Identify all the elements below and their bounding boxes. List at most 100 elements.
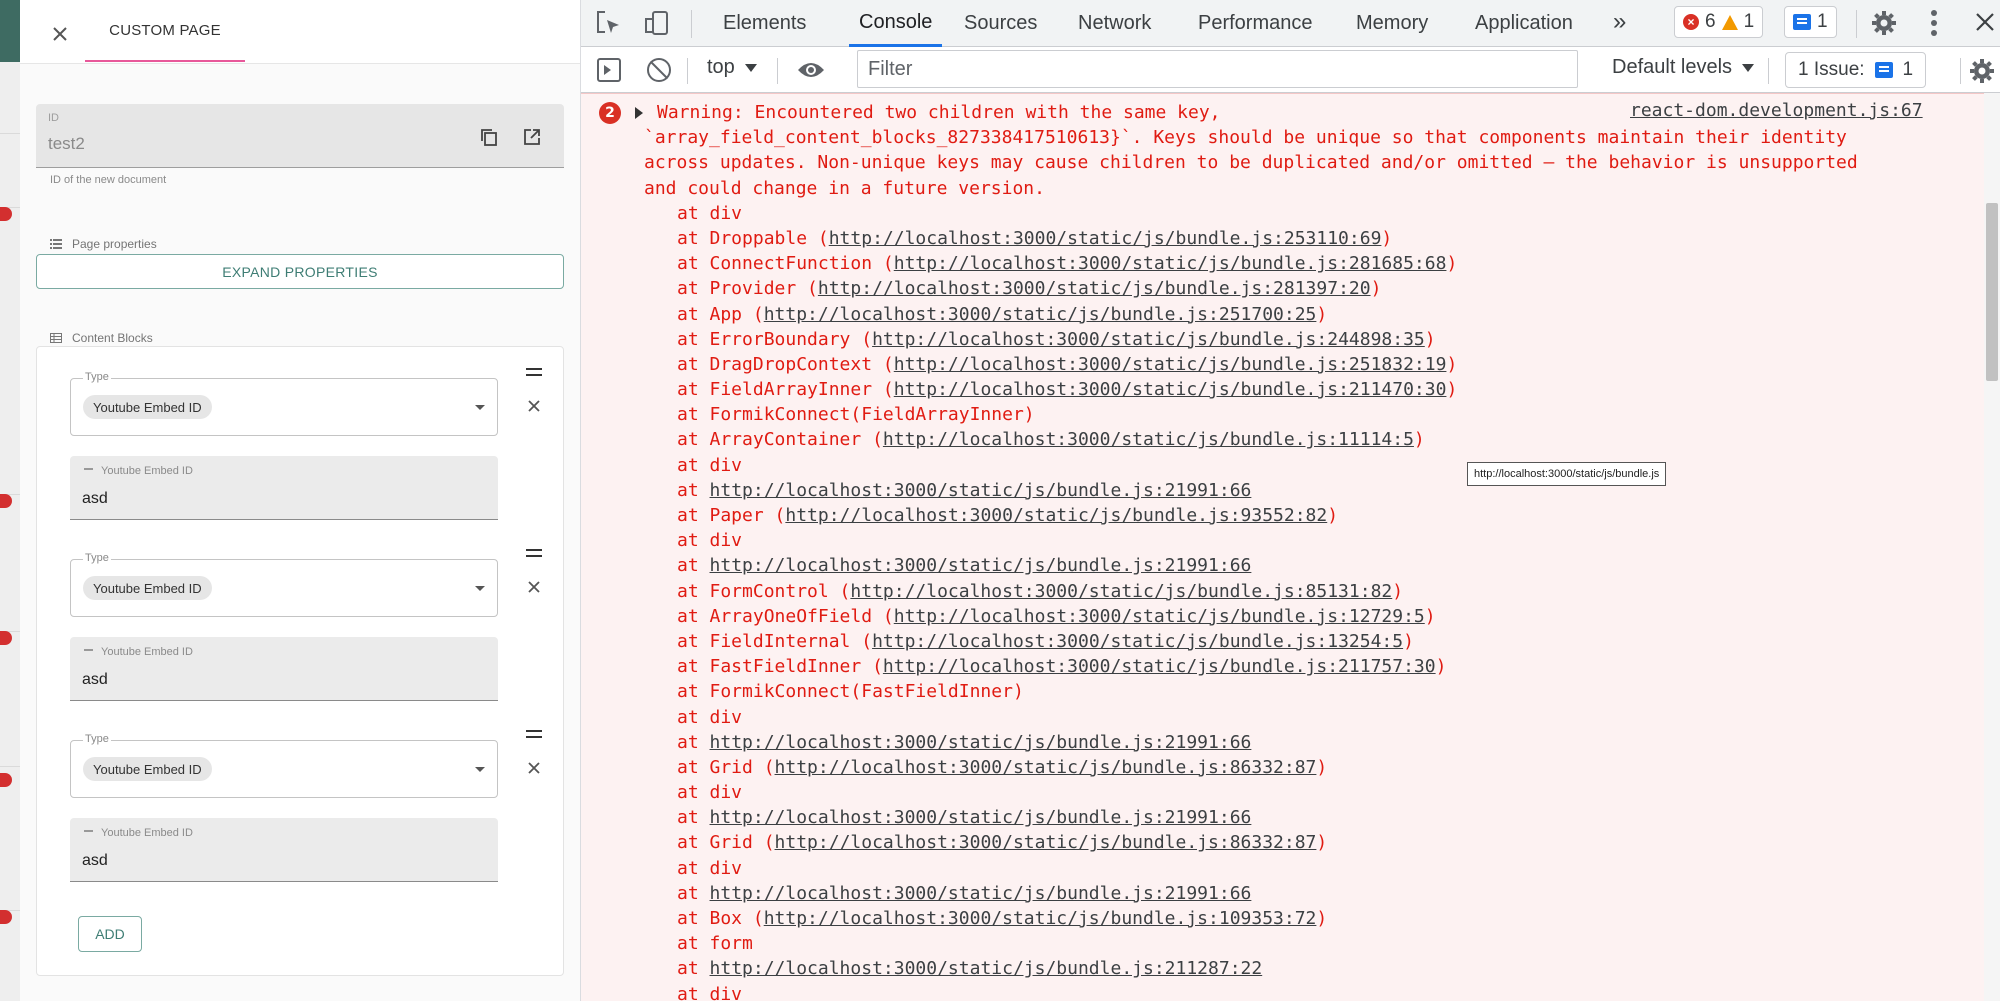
issues-button[interactable]: 1 Issue: 1 (1785, 52, 1927, 88)
stack-frame-link[interactable]: http://localhost:3000/static/js/bundle.j… (818, 278, 1371, 299)
expand-properties-button[interactable]: EXPAND PROPERTIES (36, 254, 564, 289)
tab-application[interactable]: Application (1475, 0, 1573, 47)
youtube-embed-id-field[interactable]: Youtube Embed ID asd (70, 456, 498, 520)
stack-frame-link[interactable]: http://localhost:3000/static/js/bundle.j… (710, 807, 1252, 828)
tab-console[interactable]: Console (849, 0, 943, 47)
tab-performance[interactable]: Performance (1198, 0, 1313, 47)
tab-elements[interactable]: Elements (723, 0, 806, 47)
inspect-element-button[interactable] (595, 10, 621, 36)
console-scrollbar[interactable] (1984, 93, 2000, 1001)
youtube-embed-id-field[interactable]: Youtube Embed ID asd (70, 637, 498, 701)
stack-frame-link[interactable]: http://localhost:3000/static/js/bundle.j… (872, 631, 1403, 652)
stack-frame-text: at (677, 555, 710, 577)
source-link[interactable]: react-dom.development.js:67 (1630, 100, 1923, 121)
stack-frame: at div (631, 856, 1631, 881)
close-panel-button[interactable] (48, 22, 72, 46)
settings-gear-icon[interactable] (1871, 10, 1897, 36)
tab-network[interactable]: Network (1078, 0, 1151, 47)
stack-frame-link[interactable]: http://localhost:3000/static/js/bundle.j… (775, 757, 1317, 778)
tab-custom-page[interactable]: CUSTOM PAGE (85, 0, 245, 62)
console-settings-gear-icon[interactable] (1969, 58, 1995, 84)
show-sidebar-icon[interactable] (597, 58, 621, 82)
youtube-embed-id-label-text: Youtube Embed ID (101, 465, 193, 477)
id-field-label: ID (48, 112, 59, 124)
content-blocks-title: Content Blocks (50, 331, 153, 345)
copy-id-button[interactable] (478, 126, 500, 148)
stack-frame-text: at (677, 807, 710, 829)
stack-frame-suffix: ) (1446, 353, 1458, 375)
stack-frame: at form (631, 931, 1631, 956)
log-levels-dropdown[interactable]: Default levels (1612, 56, 1755, 79)
stack-frame-link[interactable]: http://localhost:3000/static/js/bundle.j… (894, 253, 1447, 274)
remove-block-button[interactable] (525, 578, 543, 596)
tab-sources[interactable]: Sources (964, 0, 1037, 47)
stack-frame: at div (631, 982, 1631, 1001)
stack-frame-suffix: ) (1424, 328, 1436, 350)
stack-frame: at ErrorBoundary (http://localhost:3000/… (631, 327, 1631, 352)
stack-frame-text: at ConnectFunction ( (677, 253, 894, 275)
stack-frame-suffix: ) (1446, 379, 1458, 401)
stack-frame-link[interactable]: http://localhost:3000/static/js/bundle.j… (710, 480, 1252, 501)
message-icon (1793, 14, 1811, 30)
open-document-button[interactable] (521, 126, 543, 148)
stack-frame-link[interactable]: http://localhost:3000/static/js/bundle.j… (872, 329, 1425, 350)
stack-frame-link[interactable]: http://localhost:3000/static/js/bundle.j… (829, 228, 1382, 249)
type-label: Type (83, 552, 111, 564)
stack-frame-link[interactable]: http://localhost:3000/static/js/bundle.j… (785, 505, 1327, 526)
more-options-icon[interactable] (1931, 10, 1937, 36)
stack-frame: at DragDropContext (http://localhost:300… (631, 352, 1631, 377)
add-block-button[interactable]: ADD (78, 916, 142, 952)
scrollbar-thumb[interactable] (1986, 203, 1998, 381)
youtube-embed-id-value: asd (82, 852, 108, 869)
stack-frame-link[interactable]: http://localhost:3000/static/js/bundle.j… (894, 606, 1425, 627)
issues-count: 1 (1902, 59, 1914, 80)
error-warning-counter[interactable]: × 6 1 (1674, 6, 1764, 38)
stack-frame-link[interactable]: http://localhost:3000/static/js/bundle.j… (710, 958, 1263, 979)
stack-frame-link[interactable]: http://localhost:3000/static/js/bundle.j… (764, 304, 1317, 325)
drag-handle-icon[interactable] (526, 368, 542, 382)
stack-frame-text: at div (677, 706, 743, 728)
type-chip: Youtube Embed ID (83, 576, 212, 600)
type-select[interactable]: Type Youtube Embed ID (70, 552, 498, 617)
stack-frame-link[interactable]: http://localhost:3000/static/js/bundle.j… (775, 832, 1317, 853)
stack-frame-text: at div (677, 857, 743, 879)
clear-console-icon[interactable] (647, 58, 671, 82)
stack-frame-link[interactable]: http://localhost:3000/static/js/bundle.j… (894, 354, 1447, 375)
device-toolbar-button[interactable] (644, 10, 670, 36)
stack-frame-link[interactable]: http://localhost:3000/static/js/bundle.j… (710, 732, 1252, 753)
stack-frame-text: at Grid ( (677, 756, 775, 778)
id-helper-text: ID of the new document (50, 174, 167, 186)
tab-memory[interactable]: Memory (1356, 0, 1428, 47)
context-selector[interactable]: top (707, 56, 757, 79)
stack-frame-suffix: ) (1392, 580, 1404, 602)
stack-frame-link[interactable]: http://localhost:3000/static/js/bundle.j… (710, 555, 1252, 576)
stack-frame-link[interactable]: http://localhost:3000/static/js/bundle.j… (764, 908, 1317, 929)
devtools: Elements Console Sources Network Perform… (581, 0, 2000, 1001)
panel-header: CUSTOM PAGE (20, 0, 580, 64)
drag-handle-icon[interactable] (526, 730, 542, 744)
youtube-embed-id-label: Youtube Embed ID (84, 465, 193, 477)
drag-handle-icon[interactable] (526, 549, 542, 563)
youtube-embed-id-label-text: Youtube Embed ID (101, 646, 193, 658)
type-select[interactable]: Type Youtube Embed ID (70, 733, 498, 798)
remove-block-button[interactable] (525, 759, 543, 777)
stack-frame-text: at div (677, 454, 743, 476)
stack-frame-link[interactable]: http://localhost:3000/static/js/bundle.j… (894, 379, 1447, 400)
stack-frame-link[interactable]: http://localhost:3000/static/js/bundle.j… (883, 429, 1414, 450)
console-filter-input[interactable]: Filter (857, 50, 1578, 88)
youtube-embed-id-value: asd (82, 671, 108, 688)
stack-frame-link[interactable]: http://localhost:3000/static/js/bundle.j… (850, 581, 1392, 602)
issue-icon (1874, 62, 1893, 78)
devtools-tabbar: Elements Console Sources Network Perform… (581, 0, 2000, 47)
youtube-embed-id-field[interactable]: Youtube Embed ID asd (70, 818, 498, 882)
more-tabs-button[interactable]: » (1613, 8, 1626, 36)
live-expression-eye-icon[interactable] (797, 60, 825, 80)
stack-frame-suffix: ) (1370, 278, 1382, 300)
close-devtools-icon[interactable] (1973, 10, 1997, 34)
messages-counter[interactable]: 1 (1784, 6, 1837, 38)
remove-block-button[interactable] (525, 397, 543, 415)
dropdown-icon (1742, 63, 1755, 72)
stack-frame-link[interactable]: http://localhost:3000/static/js/bundle.j… (710, 883, 1252, 904)
stack-frame-link[interactable]: http://localhost:3000/static/js/bundle.j… (883, 656, 1436, 677)
type-select[interactable]: Type Youtube Embed ID (70, 371, 498, 436)
